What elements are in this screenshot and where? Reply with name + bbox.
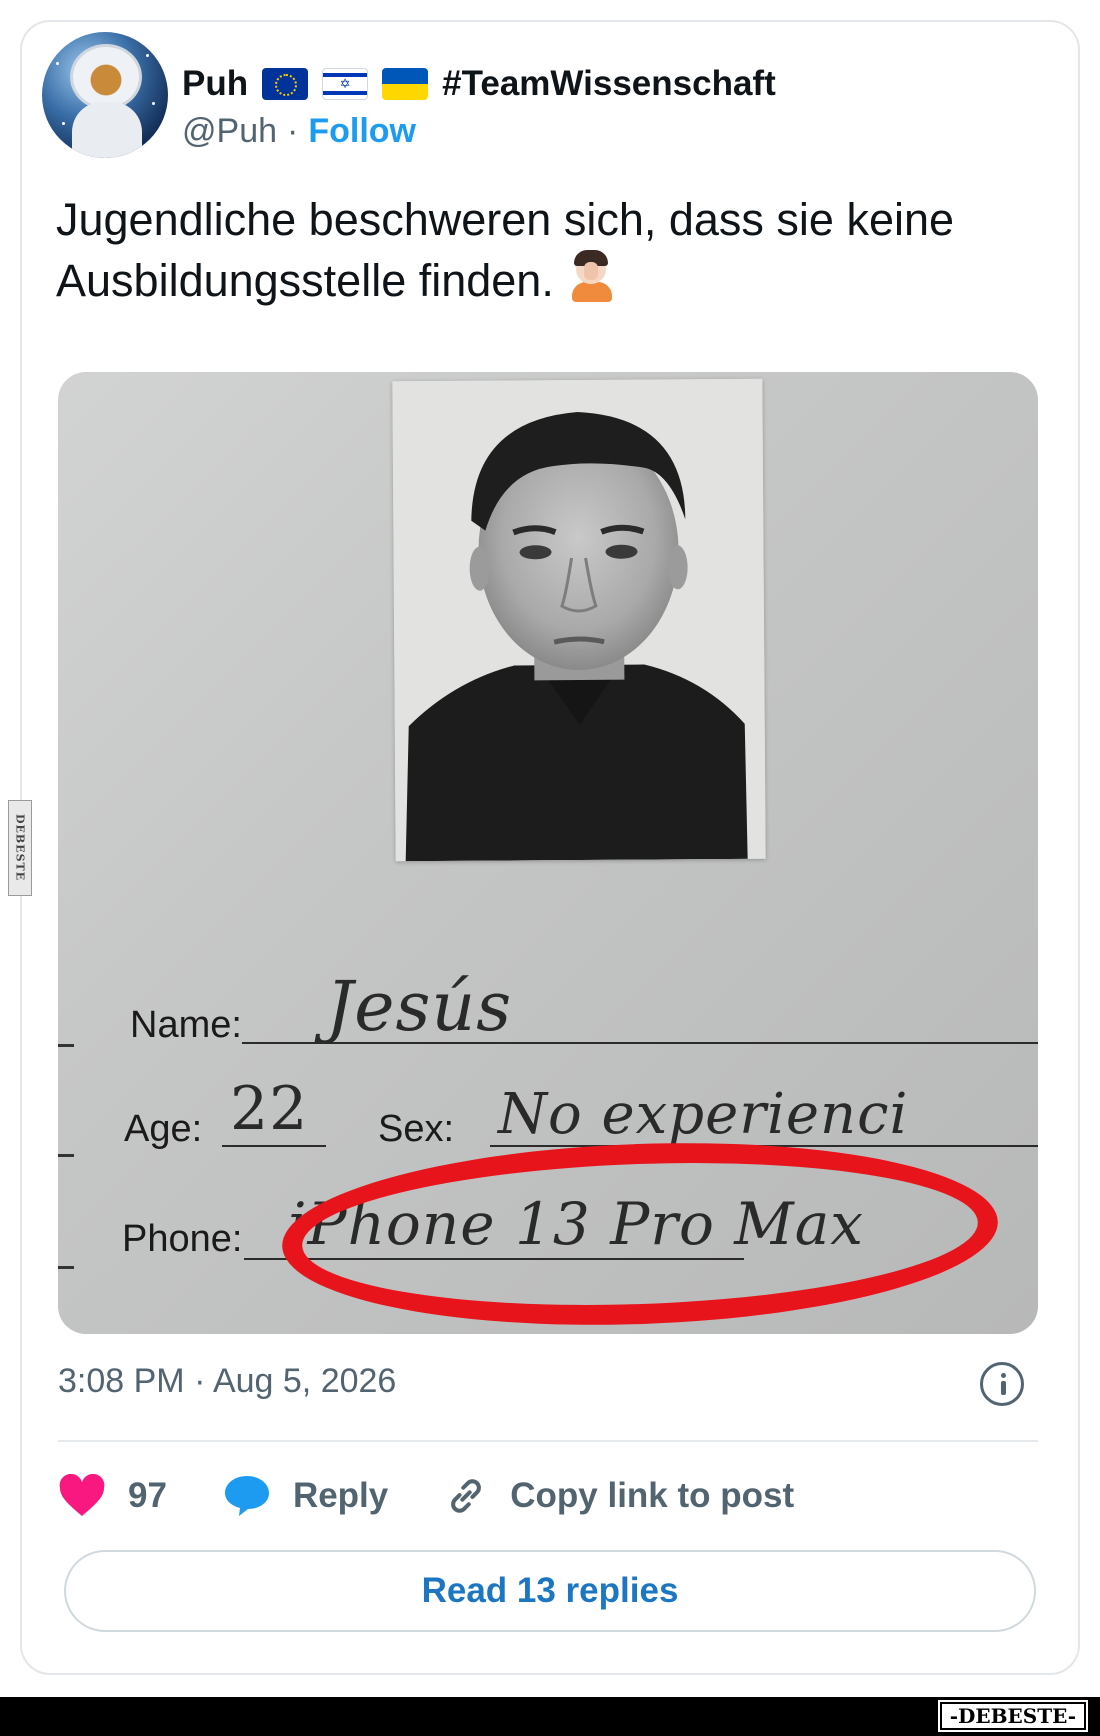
tweet-photo[interactable]: Name: Jesús Age: 22 Sex: No experienci P… bbox=[58, 372, 1038, 1334]
info-icon[interactable] bbox=[980, 1362, 1024, 1406]
astronaut-helmet-icon bbox=[70, 44, 142, 110]
name-value: Jesús bbox=[326, 968, 513, 1047]
tweet-body: Jugendliche beschweren sich, dass sie ke… bbox=[56, 194, 955, 306]
heart-icon bbox=[59, 1474, 105, 1516]
timestamp[interactable]: 3:08 PM · Aug 5, 2026 bbox=[58, 1362, 396, 1401]
highlight-oval bbox=[279, 1131, 1001, 1334]
user-name-row: Puh ✡ #TeamWissenschaft bbox=[182, 62, 776, 106]
bottom-watermark-bar: -DEBESTE- bbox=[0, 1697, 1100, 1736]
separator: · bbox=[287, 112, 299, 150]
divider bbox=[58, 1440, 1038, 1442]
speech-bubble-icon bbox=[224, 1476, 269, 1516]
copy-link-button[interactable]: Copy link to post bbox=[444, 1474, 794, 1518]
display-name[interactable]: Puh bbox=[182, 64, 248, 104]
reply-label: Reply bbox=[292, 1476, 389, 1515]
sex-label: Sex: bbox=[378, 1108, 455, 1150]
follow-button[interactable]: Follow bbox=[308, 112, 416, 151]
sex-value: No experienci bbox=[498, 1082, 909, 1147]
ukraine-flag-icon bbox=[382, 68, 429, 100]
action-bar: 97 Reply Copy link to post bbox=[58, 1470, 850, 1522]
read-replies-label: Read 13 replies bbox=[421, 1571, 679, 1610]
age-value: 22 bbox=[230, 1074, 309, 1144]
link-icon bbox=[451, 1479, 482, 1513]
portrait-photo bbox=[392, 378, 766, 862]
phone-label: Phone: bbox=[122, 1218, 243, 1260]
side-watermark-text: DEBESTE bbox=[13, 814, 27, 882]
facepalm-person-icon bbox=[566, 250, 618, 302]
margin-tick bbox=[58, 1154, 74, 1157]
margin-tick bbox=[58, 1044, 74, 1047]
bottom-watermark: -DEBESTE- bbox=[937, 1700, 1089, 1732]
handle-row: @Puh · Follow bbox=[182, 112, 416, 151]
user-handle[interactable]: @Puh bbox=[182, 112, 277, 151]
copy-link-label: Copy link to post bbox=[510, 1476, 795, 1515]
like-button[interactable]: 97 bbox=[58, 1474, 167, 1518]
side-watermark: DEBESTE bbox=[8, 800, 32, 896]
israel-flag-icon: ✡ bbox=[322, 68, 369, 100]
name-label: Name: bbox=[130, 1004, 242, 1046]
avatar[interactable] bbox=[42, 32, 168, 158]
margin-tick bbox=[58, 1266, 74, 1269]
hashtag: #TeamWissenschaft bbox=[442, 64, 776, 103]
like-count: 97 bbox=[128, 1476, 167, 1515]
reply-button[interactable]: Reply bbox=[223, 1474, 388, 1518]
eu-flag-icon bbox=[262, 68, 309, 100]
age-line bbox=[222, 1145, 326, 1147]
tweet-text: Jugendliche beschweren sich, dass sie ke… bbox=[56, 190, 1016, 311]
age-label: Age: bbox=[124, 1108, 203, 1150]
read-replies-button[interactable]: Read 13 replies bbox=[64, 1550, 1036, 1632]
